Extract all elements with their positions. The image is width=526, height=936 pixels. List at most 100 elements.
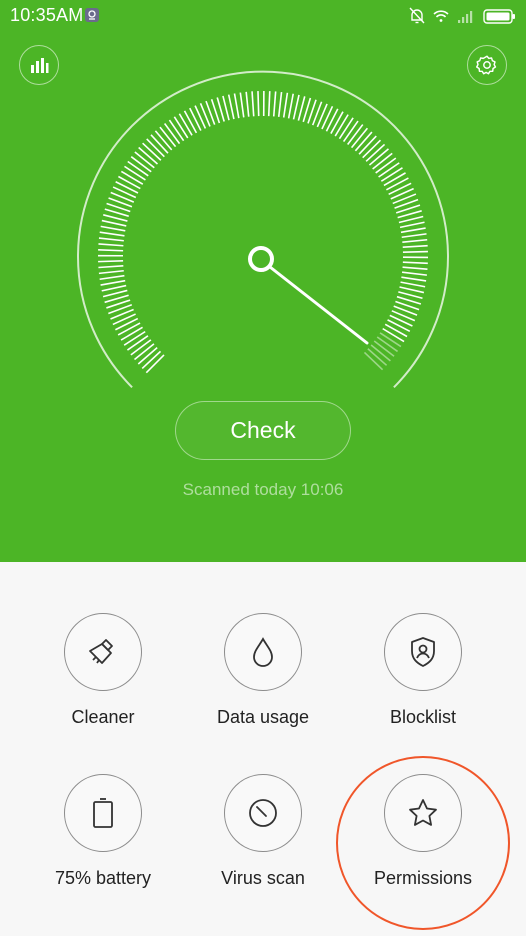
permissions-button[interactable] xyxy=(384,774,462,852)
gauge-tick xyxy=(133,343,155,361)
gauge-tick xyxy=(98,259,124,263)
gauge-tick xyxy=(399,221,425,229)
gauge-tick xyxy=(388,182,412,196)
gauge-tick xyxy=(401,271,427,276)
gauge-tick xyxy=(98,249,124,252)
gauge-tick xyxy=(127,160,149,177)
gauge-tick xyxy=(99,231,125,237)
gauge-tick xyxy=(398,291,423,300)
gauge-tick xyxy=(163,123,181,145)
gauge-tick xyxy=(159,126,177,148)
gauge-tick xyxy=(402,238,428,244)
check-button[interactable]: Check xyxy=(175,401,351,460)
gauge-tick xyxy=(168,119,185,142)
gauge-tick xyxy=(233,93,240,119)
tool-virus-scan[interactable]: Virus scan xyxy=(175,774,351,889)
gauge-tick xyxy=(367,348,388,366)
gauge-tick xyxy=(130,156,152,173)
gauge-tick xyxy=(134,151,155,169)
gauge-tick xyxy=(282,92,289,118)
cleaner-button[interactable] xyxy=(64,613,142,691)
tile-label: Cleaner xyxy=(71,707,135,727)
gauge-tick xyxy=(178,113,193,136)
gauge-tick xyxy=(98,269,124,275)
gauge-tick xyxy=(150,134,169,154)
gauge-tick xyxy=(400,227,426,234)
gauge-tick xyxy=(342,120,359,142)
droplet-icon xyxy=(253,637,273,667)
gauge-tick xyxy=(347,124,364,145)
battery-icon xyxy=(93,798,113,828)
tile-label: Virus scan xyxy=(221,868,305,888)
tile-label: 75% battery xyxy=(54,868,152,888)
gauge-tick xyxy=(98,264,124,269)
gauge-tick xyxy=(101,284,127,292)
gauge-tick xyxy=(102,289,128,298)
gauge-tick xyxy=(118,175,141,190)
data-usage-button[interactable] xyxy=(224,613,302,691)
tile-label: Blocklist xyxy=(389,707,456,727)
gauge-tick xyxy=(350,127,369,149)
tool-data-usage[interactable]: Data usage xyxy=(175,613,351,728)
gauge-tick xyxy=(145,354,165,374)
gauge-tick xyxy=(183,110,198,134)
gauge-tick xyxy=(120,170,144,185)
gauge-tick xyxy=(368,148,389,166)
gauge-tick xyxy=(194,105,207,129)
gauge-tick xyxy=(124,165,146,181)
gauge-tick xyxy=(402,244,428,249)
battery-button[interactable] xyxy=(64,774,142,852)
gauge-tick xyxy=(146,138,165,158)
gauge-tick xyxy=(99,274,125,281)
gauge-tick xyxy=(277,91,283,117)
gauge-tick xyxy=(373,340,395,357)
tool-cleaner[interactable]: Cleaner xyxy=(15,613,191,728)
gauge-tick xyxy=(117,322,141,336)
tool-permissions[interactable]: Permissions xyxy=(335,774,511,889)
gauge-tick xyxy=(389,314,413,327)
gauge-tick xyxy=(272,91,277,117)
virus-scan-button[interactable] xyxy=(224,774,302,852)
gauge-tick xyxy=(112,313,136,326)
tool-blocklist[interactable]: Blocklist xyxy=(335,613,511,728)
gauge-tick xyxy=(120,326,143,341)
gauge-tick xyxy=(375,157,397,174)
gauge-tick xyxy=(334,114,349,137)
tile-label: Permissions xyxy=(373,868,473,888)
last-scan-status: Scanned today 10:06 xyxy=(182,480,344,499)
gauge-tick xyxy=(402,266,428,271)
gauge-tick xyxy=(380,167,403,182)
gauge-tick xyxy=(126,335,149,351)
gauge-tick xyxy=(382,327,405,343)
gauge-tick xyxy=(115,181,139,194)
broom-icon xyxy=(89,639,113,664)
gauge-tick xyxy=(257,91,260,117)
gauge-tick xyxy=(379,332,402,348)
gauge-tick xyxy=(98,243,124,247)
gauge-tick xyxy=(400,281,426,288)
gauge-tick xyxy=(402,261,428,265)
gauge-tick xyxy=(297,96,306,121)
gauge-tick xyxy=(384,323,408,338)
star-icon xyxy=(409,799,437,826)
gauge-tick xyxy=(112,186,137,199)
gauge-tick xyxy=(173,116,189,139)
gauge-tick xyxy=(123,330,146,346)
gauge-tick xyxy=(267,91,271,117)
gauge-tick xyxy=(383,172,406,187)
gauge-tick xyxy=(387,319,411,333)
gauge-tick xyxy=(245,91,250,117)
security-gauge xyxy=(77,70,449,389)
gauge-tick xyxy=(115,317,139,331)
gauge-tick xyxy=(227,94,235,120)
gauge-tick xyxy=(398,215,424,224)
blocklist-button[interactable] xyxy=(384,613,462,691)
gauge-ticks xyxy=(97,90,429,374)
gauge-tick xyxy=(376,336,399,353)
tool-battery[interactable]: 75% battery xyxy=(15,774,191,889)
gauge-needle xyxy=(268,265,369,345)
security-hero: 10:35AM Check Scanned today 10:06 xyxy=(0,0,526,562)
gauge-tick xyxy=(365,143,386,162)
gauge-tick xyxy=(154,130,173,151)
gauge-tick xyxy=(325,108,339,132)
